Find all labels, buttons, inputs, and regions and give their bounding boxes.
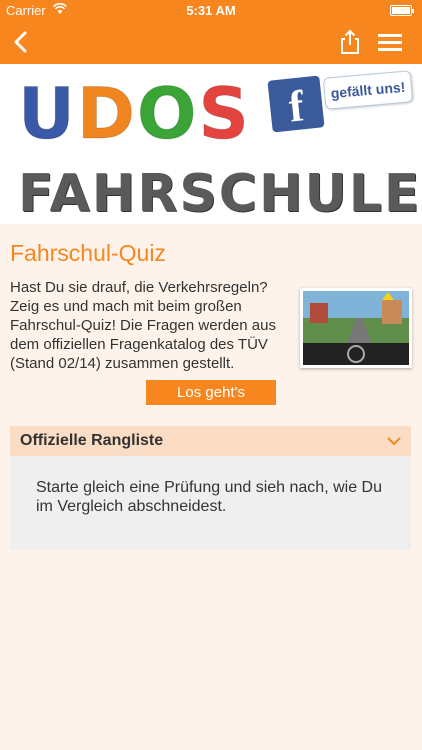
- fahrschule-logo: FAHRSCHULE: [18, 164, 422, 224]
- chevron-down-icon: [387, 437, 401, 446]
- start-quiz-button[interactable]: Los geht's: [146, 380, 276, 405]
- menu-button[interactable]: [376, 28, 404, 56]
- ranking-header[interactable]: Offizielle Rangliste: [10, 426, 411, 456]
- header-banner: UDOS FAHRSCHULE f gefällt uns!: [0, 64, 422, 224]
- ranking-message: Starte gleich eine Prüfung und sieh nach…: [36, 479, 382, 515]
- udos-logo: UDOS: [18, 73, 251, 155]
- share-button[interactable]: [336, 28, 364, 56]
- quiz-preview-image: [300, 288, 412, 368]
- hamburger-menu-icon: [378, 34, 402, 51]
- page-title: Fahrschul-Quiz: [10, 240, 166, 266]
- logo-letter: D: [76, 73, 137, 155]
- facebook-like-badge[interactable]: f gefällt uns!: [267, 68, 418, 133]
- status-time: 5:31 AM: [186, 3, 236, 18]
- facebook-like-label: gefällt uns!: [322, 70, 414, 110]
- share-icon: [341, 29, 359, 54]
- intro-text: Hast Du sie drauf, die Verkehrsregeln? Z…: [10, 279, 276, 372]
- back-button[interactable]: [8, 28, 36, 56]
- logo-letter: U: [18, 73, 77, 155]
- facebook-icon: f: [267, 75, 325, 133]
- chevron-left-icon: [14, 31, 27, 53]
- ranking-panel: Offizielle Rangliste Starte gleich eine …: [10, 426, 411, 550]
- ranking-body: Starte gleich eine Prüfung und sieh nach…: [10, 456, 411, 550]
- status-bar: Carrier 5:31 AM: [0, 0, 422, 20]
- logo-letter: S: [198, 73, 251, 155]
- navigation-bar: [0, 20, 422, 64]
- battery-icon: [390, 5, 414, 16]
- ranking-title: Offizielle Rangliste: [20, 432, 164, 449]
- logo-letter: O: [136, 73, 199, 155]
